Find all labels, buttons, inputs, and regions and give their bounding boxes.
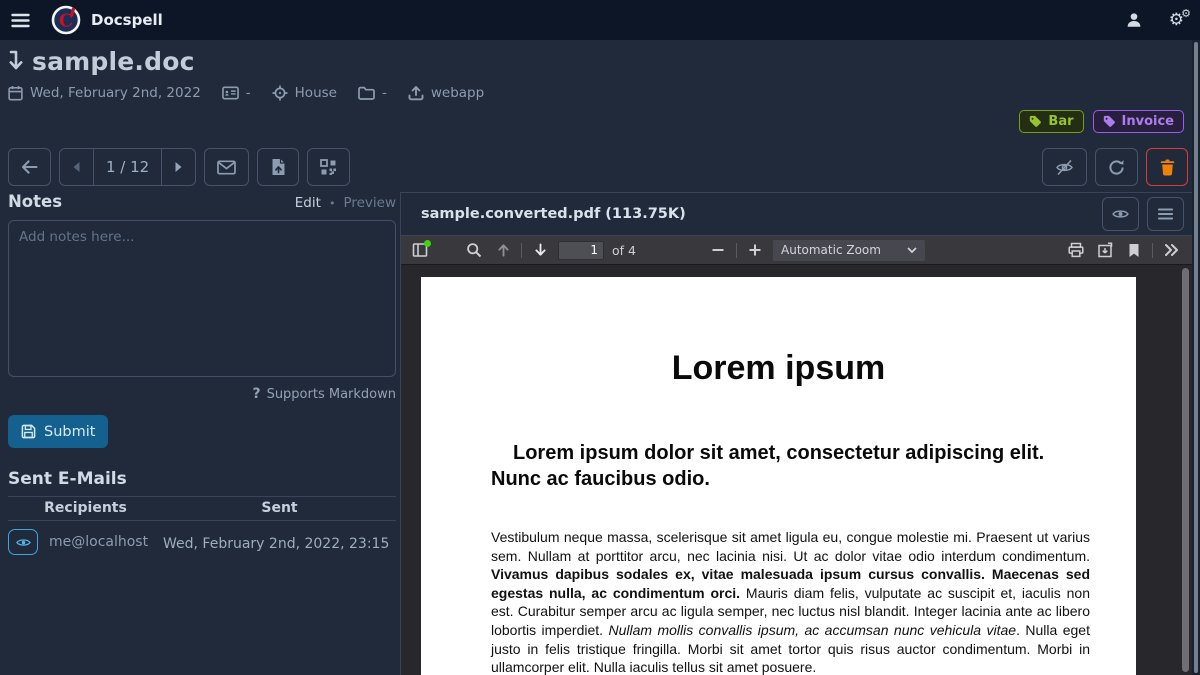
envelope-icon <box>217 160 236 175</box>
chevron-down-icon <box>907 247 917 254</box>
tag-icon <box>1103 115 1116 128</box>
calendar-icon <box>8 85 23 101</box>
correspondent-value[interactable]: - <box>246 85 251 101</box>
back-button[interactable] <box>8 148 51 186</box>
notes-heading: Notes <box>8 192 62 211</box>
tag-icon <box>1029 115 1042 128</box>
pdf-scrollbar-thumb[interactable] <box>1182 268 1189 672</box>
dot-separator: • <box>329 197 336 210</box>
page-title: sample.doc <box>32 47 195 76</box>
print-button[interactable] <box>1065 239 1087 261</box>
zoom-in-button[interactable] <box>744 239 766 261</box>
navbar: C Docspell ⚙⚙ <box>0 0 1200 40</box>
notes-input[interactable] <box>8 220 396 377</box>
tag-invoice[interactable]: Invoice <box>1093 110 1184 133</box>
settings-gears-icon[interactable]: ⚙⚙ <box>1169 12 1184 29</box>
markdown-hint[interactable]: Supports Markdown <box>267 387 396 402</box>
concerning-icon <box>272 85 288 101</box>
menu-hamburger-icon[interactable] <box>11 13 30 28</box>
save-icon <box>21 424 36 439</box>
user-icon[interactable] <box>1125 11 1143 29</box>
reload-button[interactable] <box>1095 148 1138 186</box>
submit-notes-button[interactable]: Submit <box>8 415 108 448</box>
attachment-filename: sample.converted.pdf (113.75K) <box>421 206 686 222</box>
refresh-icon <box>1108 159 1125 176</box>
hide-sidebar-button[interactable] <box>1042 148 1087 186</box>
next-page-button[interactable] <box>529 239 551 261</box>
app-title[interactable]: Docspell <box>91 11 163 29</box>
correspondent-icon <box>222 86 239 100</box>
attachment-pagination: 1 / 12 <box>59 148 196 186</box>
download-arrow-icon <box>8 50 23 74</box>
item-toolbar: 1 / 12 <box>8 148 1188 186</box>
tags-row: Bar Invoice <box>1019 110 1184 133</box>
folder-value[interactable]: - <box>382 85 387 101</box>
concerning-value[interactable]: House <box>295 85 337 101</box>
zoom-out-button[interactable] <box>707 239 729 261</box>
tag-bar[interactable]: Bar <box>1019 110 1083 133</box>
pdf-title: Lorem ipsum <box>421 349 1136 388</box>
eye-icon <box>1112 208 1129 220</box>
double-chevron-right-icon <box>1164 243 1179 257</box>
attachment-panel: sample.converted.pdf (113.75K) <box>400 192 1192 675</box>
download-button[interactable] <box>1094 239 1116 261</box>
notification-dot <box>424 240 431 247</box>
qrcode-icon <box>320 159 337 176</box>
zoom-select[interactable]: Automatic Zoom <box>773 240 925 261</box>
prev-attachment-button[interactable] <box>60 149 93 185</box>
trash-icon <box>1160 159 1175 176</box>
find-button[interactable] <box>463 239 485 261</box>
item-date[interactable]: Wed, February 2nd, 2022 <box>30 85 201 101</box>
docspell-logo[interactable]: C <box>51 5 81 35</box>
pdf-paragraph: Vestibulum neque massa, scelerisque sit … <box>491 528 1090 675</box>
pdfjs-toolbar: of 4 Automatic Zoom <box>401 236 1192 265</box>
sidebar-toggle-button[interactable] <box>409 239 431 261</box>
source-value[interactable]: webapp <box>431 85 484 101</box>
pdf-viewer: Lorem ipsum Lorem ipsum dolor sit amet, … <box>401 265 1192 675</box>
eye-slash-icon <box>1055 159 1074 176</box>
page-scrollbar[interactable] <box>1192 40 1200 675</box>
sent-email-row: me@localhost Wed, February 2nd, 2022, 23… <box>8 521 396 562</box>
page-count-label: of 4 <box>612 243 636 258</box>
bookmark-button[interactable] <box>1123 239 1145 261</box>
sent-emails-heading: Sent E-Mails <box>8 469 396 489</box>
notes-edit-link[interactable]: Edit <box>295 195 321 211</box>
column-recipients: Recipients <box>8 497 163 521</box>
next-attachment-button[interactable] <box>161 149 195 185</box>
mail-sent-date: Wed, February 2nd, 2022, 23:15 <box>163 536 389 552</box>
previous-page-button[interactable] <box>492 239 514 261</box>
view-mail-button[interactable] <box>8 529 38 555</box>
sent-emails-table: Recipients Sent me@localhost Wed, Februa… <box>8 496 396 561</box>
attachment-view-button[interactable] <box>1102 197 1139 231</box>
notes-preview-link[interactable]: Preview <box>343 195 396 211</box>
source-upload-icon <box>408 85 424 101</box>
question-icon: ? <box>252 386 260 402</box>
add-files-button[interactable] <box>257 148 299 186</box>
mail-recipient: me@localhost <box>49 534 148 550</box>
send-mail-button[interactable] <box>204 148 249 186</box>
page-scrollbar-thumb[interactable] <box>1194 42 1198 673</box>
pdf-heading: Lorem ipsum dolor sit amet, consectetur … <box>491 440 1090 492</box>
qr-code-button[interactable] <box>307 148 350 186</box>
folder-icon <box>358 86 375 100</box>
page-number-input[interactable] <box>558 241 604 260</box>
notes-panel: Notes Edit • Preview ? Supports Markdown… <box>8 192 396 561</box>
attachment-page-indicator: 1 / 12 <box>93 149 161 185</box>
eye-icon <box>16 537 31 548</box>
attachment-menu-button[interactable] <box>1147 197 1184 231</box>
pdf-page: Lorem ipsum Lorem ipsum dolor sit amet, … <box>421 277 1136 675</box>
column-sent: Sent <box>163 497 396 521</box>
list-icon <box>1158 208 1173 220</box>
document-header: sample.doc Wed, February 2nd, 2022 - Hou… <box>8 47 484 101</box>
toolbar-more-button[interactable] <box>1160 239 1182 261</box>
arrow-left-icon <box>21 159 38 175</box>
delete-button[interactable] <box>1146 148 1188 186</box>
file-upload-icon <box>271 158 286 176</box>
